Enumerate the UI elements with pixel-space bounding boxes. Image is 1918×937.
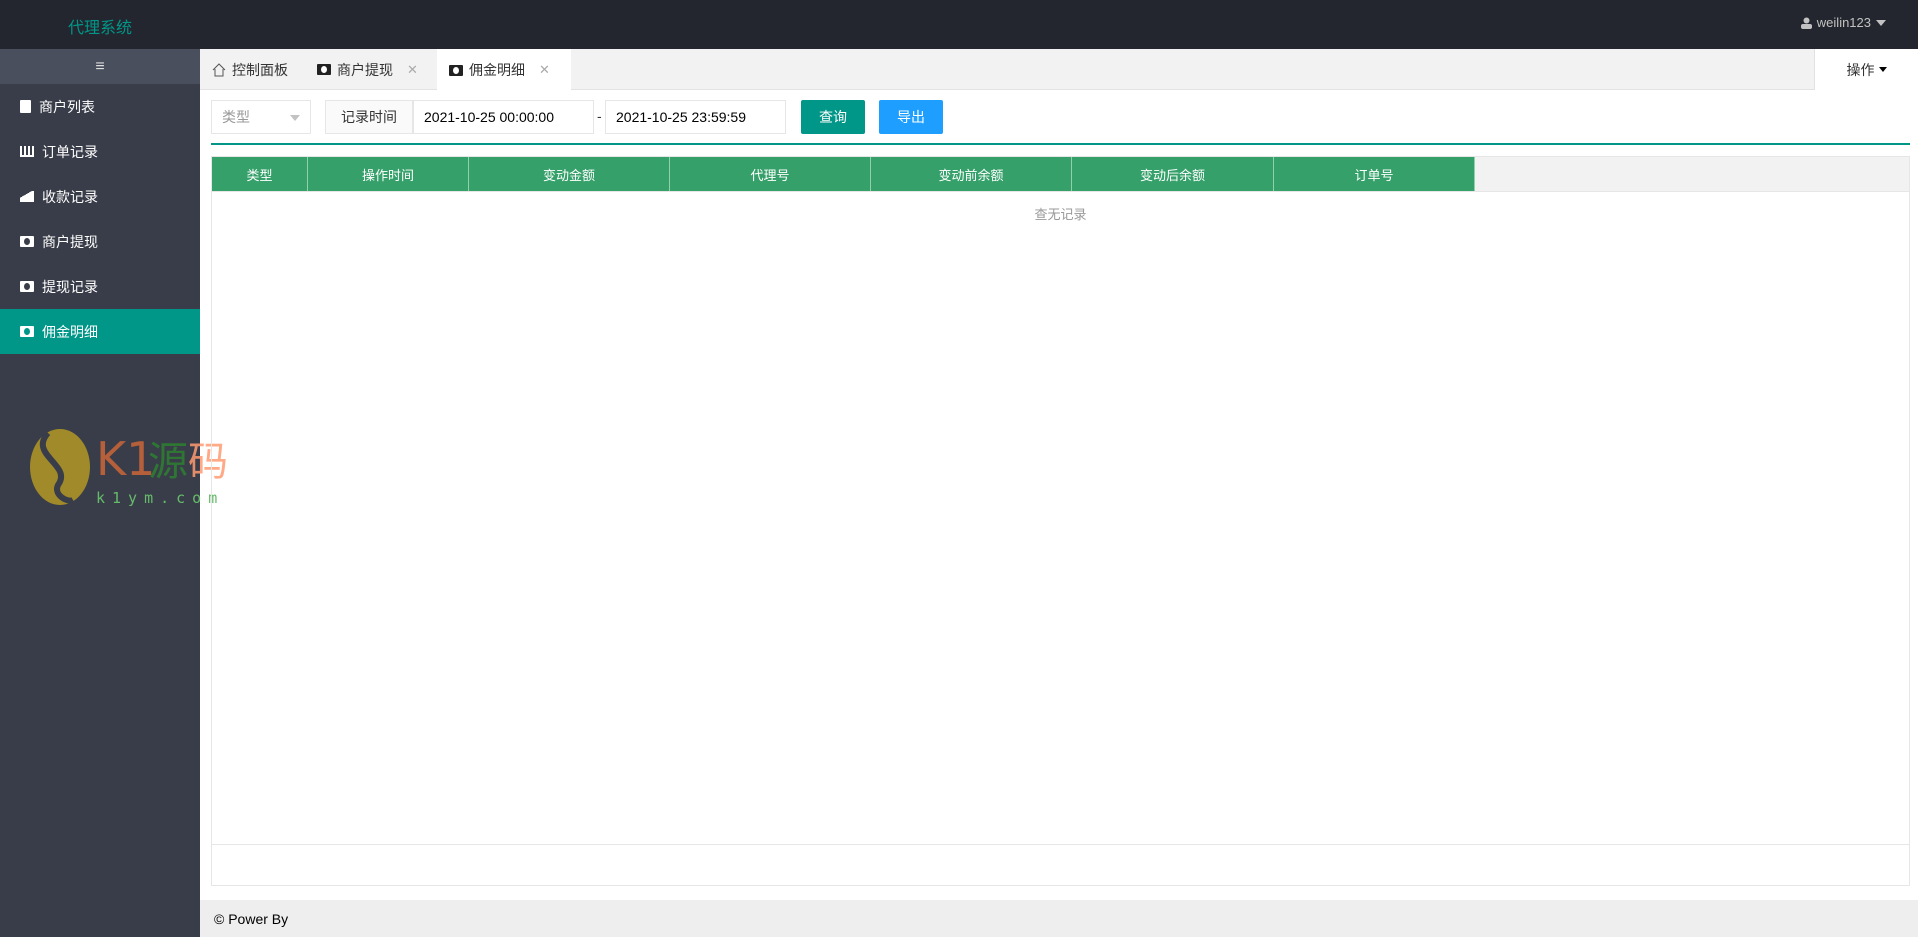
money-icon <box>20 326 34 337</box>
sidebar-item-label: 商户提现 <box>42 233 98 250</box>
divider <box>211 143 1910 145</box>
top-header: 代理系统 weilin123 <box>0 0 1918 49</box>
sidebar-item-merchant-withdraw[interactable]: 商户提现 <box>0 219 200 264</box>
sidebar-item-payment-records[interactable]: 收款记录 <box>0 174 200 219</box>
export-button[interactable]: 导出 <box>879 100 943 134</box>
close-icon[interactable]: ✕ <box>539 62 550 78</box>
tab-label: 佣金明细 <box>469 62 525 78</box>
column-header[interactable]: 类型 <box>212 157 308 191</box>
sidebar-item-label: 收款记录 <box>42 188 98 205</box>
money-icon <box>317 64 331 75</box>
svg-text:K1: K1 <box>96 432 155 486</box>
sidebar-item-label: 商户列表 <box>39 98 95 115</box>
user-icon <box>1800 17 1812 29</box>
app-title: 代理系统 <box>68 20 133 37</box>
operations-label: 操作 <box>1846 61 1875 78</box>
watermark-domain: k1ym.com <box>96 489 224 507</box>
bar-chart-icon <box>20 146 34 157</box>
sidebar-item-label: 佣金明细 <box>42 323 98 340</box>
money-icon <box>20 236 34 247</box>
tab-label: 控制面板 <box>232 61 288 78</box>
column-header[interactable]: 操作时间 <box>308 157 469 191</box>
chevron-down-icon <box>1876 19 1886 26</box>
end-time-input[interactable] <box>605 100 786 134</box>
commission-table: 类型 操作时间 变动金额 代理号 变动前余额 变动后余额 订单号 查无记录 <box>211 156 1910 886</box>
tab-label: 商户提现 <box>337 61 393 78</box>
column-header[interactable]: 变动金额 <box>469 157 670 191</box>
sidebar-item-label: 提现记录 <box>42 278 98 295</box>
user-menu[interactable]: weilin123 <box>1800 15 1886 30</box>
sidebar-item-order-records[interactable]: 订单记录 <box>0 129 200 174</box>
record-time-label: 记录时间 <box>325 100 413 134</box>
close-icon[interactable]: ✕ <box>407 62 418 78</box>
sidebar-item-withdraw-records[interactable]: 提现记录 <box>0 264 200 309</box>
footer: © Power By <box>200 900 1918 937</box>
tab-bar: 控制面板 商户提现 ✕ 佣金明细 ✕ 操作 <box>200 49 1918 91</box>
column-header[interactable]: 变动后余额 <box>1072 157 1274 191</box>
query-button[interactable]: 查询 <box>801 100 865 134</box>
range-separator: - <box>597 108 602 124</box>
column-header[interactable]: 订单号 <box>1274 157 1475 191</box>
chevron-down-icon <box>290 115 300 121</box>
money-icon <box>449 64 463 76</box>
start-time-input[interactable] <box>413 100 594 134</box>
chevron-down-icon <box>1878 67 1887 72</box>
type-select-placeholder: 类型 <box>222 109 250 125</box>
home-icon <box>212 62 226 76</box>
column-header[interactable]: 变动前余额 <box>871 157 1072 191</box>
tab-merchant-withdraw[interactable]: 商户提现 ✕ <box>305 49 430 90</box>
username: weilin123 <box>1816 15 1871 30</box>
type-select[interactable]: 类型 <box>211 100 311 134</box>
operations-dropdown[interactable]: 操作 <box>1814 49 1918 90</box>
tab-dashboard[interactable]: 控制面板 <box>200 49 300 90</box>
watermark-brand: 源 <box>148 439 188 485</box>
column-header[interactable]: 代理号 <box>670 157 871 191</box>
tab-commission-details[interactable]: 佣金明细 ✕ <box>437 49 571 91</box>
sidebar-item-commission-details[interactable]: 佣金明细 <box>0 309 200 354</box>
address-book-icon <box>20 100 31 113</box>
sidebar-item-merchant-list[interactable]: 商户列表 <box>0 84 200 129</box>
empty-message: 查无记录 <box>1034 207 1087 222</box>
table-pagination <box>212 844 1909 885</box>
money-icon <box>20 281 34 292</box>
table-header: 类型 操作时间 变动金额 代理号 变动前余额 变动后余额 订单号 <box>212 157 1909 192</box>
area-chart-icon <box>20 191 34 202</box>
sidebar-toggle-button[interactable]: ≡ <box>0 49 200 84</box>
sidebar-item-label: 订单记录 <box>42 143 98 160</box>
